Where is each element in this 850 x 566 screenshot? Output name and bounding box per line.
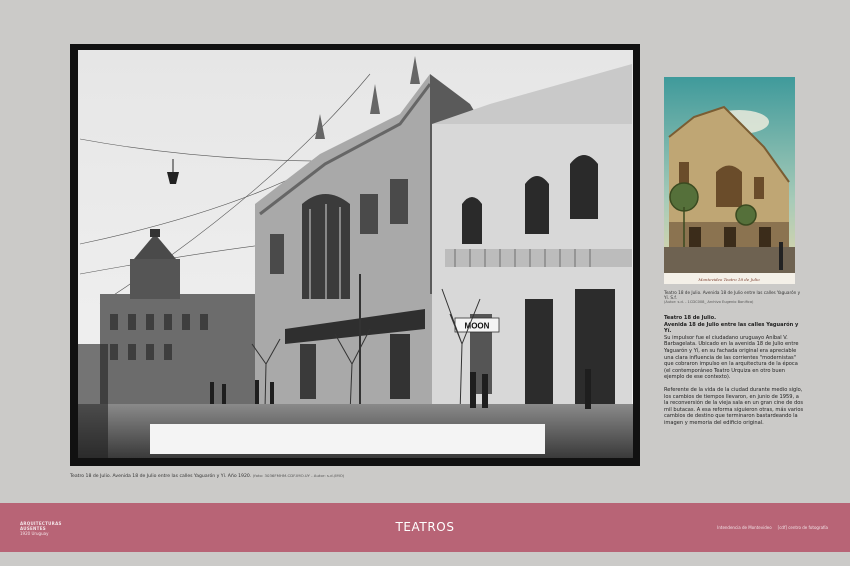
main-photo: MOON [70, 44, 640, 466]
heading-title: Teatro 18 de Julio. [664, 315, 717, 321]
description-text: Teatro 18 de Julio. Avenida 18 de Julio … [664, 315, 804, 433]
postcard-caption: Teatro 18 de Julio. Avenida 18 de Julio … [664, 290, 804, 305]
postcard-caption-text: Teatro 18 de Julio. Avenida 18 de Julio … [664, 290, 801, 301]
paragraph-1: Su impulsor fue el ciudadano uruguayo An… [664, 334, 799, 381]
postcard-script: Montevideo Teatro 18 de Julio [697, 277, 760, 282]
intendencia-logo: Intendencia de Montevideo [717, 525, 772, 530]
footer-band: ARQUITECTURAS AUSENTES 1920 Uruguay TEAT… [0, 503, 850, 552]
caption-text: Teatro 18 de Julio. Avenida 18 de Julio … [70, 474, 252, 479]
institution-logos: Intendencia de Montevideo [cdf] centro d… [717, 525, 828, 530]
postcard-image: Montevideo Teatro 18 de Julio [664, 77, 795, 284]
paragraph-2: Referente de la vida de la ciudad durant… [664, 386, 804, 426]
postcard-caption-source: (Autor: s.d. - 1CDC008_ Archivo Eugenio … [664, 300, 754, 305]
bottom-strip [0, 552, 850, 566]
main-photo-caption: Teatro 18 de Julio. Avenida 18 de Julio … [70, 473, 344, 479]
caption-source: (foto: 3036FMHM.CDF.IMO.UY - Autor: s.d.… [252, 473, 345, 478]
cdf-logo: [cdf] centro de fotografía [777, 525, 828, 530]
heading-location: Avenida 18 de Julio entre las calles Yag… [664, 321, 799, 335]
